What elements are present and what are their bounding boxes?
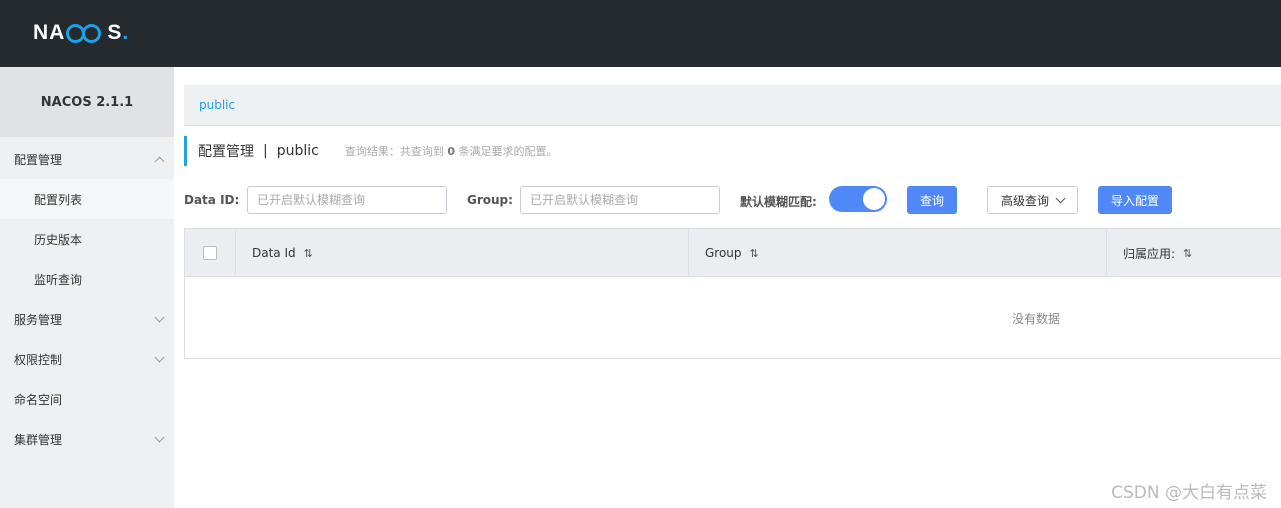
column-label: Data Id	[252, 246, 296, 260]
nacos-logo[interactable]: NA S .	[33, 20, 129, 46]
query-button-label: 查询	[919, 193, 944, 208]
logo-text-right: S	[107, 21, 123, 44]
sidebar-item-label: 配置列表	[34, 192, 83, 207]
sidebar-item-history[interactable]: 历史版本	[0, 219, 174, 259]
page-title-bar: 配置管理 | public 查询结果：共查询到 0 条满足要求的配置。	[184, 136, 558, 166]
group-label: Group:	[467, 193, 513, 207]
group-input[interactable]	[520, 186, 720, 214]
empty-text: 没有数据	[1012, 311, 1061, 326]
config-table: Data Id ⇅ Group ⇅ 归属应用: ⇅ 没有数据	[184, 228, 1281, 359]
sidebar-item-label: 历史版本	[34, 232, 83, 247]
dataid-input[interactable]	[247, 186, 447, 214]
title-separator: |	[263, 143, 268, 159]
sidebar-item-listener-query[interactable]: 监听查询	[0, 259, 174, 299]
chevron-down-icon	[154, 352, 165, 363]
column-label: Group	[705, 246, 742, 260]
sidebar-item-label: 监听查询	[34, 272, 83, 287]
column-header-app[interactable]: 归属应用: ⇅	[1106, 229, 1281, 277]
sort-icon[interactable]: ⇅	[304, 247, 313, 260]
advanced-query-button[interactable]: 高级查询	[987, 186, 1078, 214]
hint-prefix: 查询结果：共查询到	[344, 145, 444, 158]
table-header: Data Id ⇅ Group ⇅ 归属应用: ⇅	[185, 229, 1281, 277]
table-empty-state: 没有数据	[185, 277, 1281, 359]
query-button[interactable]: 查询	[907, 186, 957, 214]
sidebar-item-label: 命名空间	[14, 392, 63, 407]
sidebar-item-label: 权限控制	[14, 352, 63, 367]
sidebar-item-label: 集群管理	[14, 432, 63, 447]
column-label: 归属应用:	[1123, 246, 1176, 261]
hint-suffix: 条满足要求的配置。	[458, 145, 558, 158]
import-config-label: 导入配置	[1110, 193, 1159, 208]
import-config-button[interactable]: 导入配置	[1098, 186, 1172, 214]
fuzzy-match-label: 默认模糊匹配:	[740, 195, 817, 209]
top-navbar: NA S .	[0, 0, 1281, 67]
sidebar-version: NACOS 2.1.1	[0, 67, 174, 137]
chevron-up-icon	[154, 156, 165, 167]
dataid-label: Data ID:	[184, 193, 240, 207]
watermark: CSDN @大白有点菜	[1111, 483, 1267, 503]
sidebar-item-service-management[interactable]: 服务管理	[0, 299, 174, 339]
query-result-hint: 查询结果：共查询到 0 条满足要求的配置。	[345, 143, 558, 159]
chevron-down-icon	[1055, 193, 1066, 203]
sidebar-item-cluster-management[interactable]: 集群管理	[0, 419, 174, 459]
logo-dot: .	[122, 21, 130, 44]
page-title: 配置管理	[198, 144, 254, 160]
sidebar-item-config-management[interactable]: 配置管理	[0, 139, 174, 179]
column-header-dataid[interactable]: Data Id ⇅	[235, 229, 688, 277]
namespace-link-public[interactable]: public	[199, 98, 235, 112]
namespace-breadcrumb: public	[184, 85, 1281, 126]
hint-count: 0	[447, 145, 455, 158]
select-all-checkbox[interactable]	[203, 246, 217, 260]
sidebar-item-label: 服务管理	[14, 312, 63, 327]
chevron-down-icon	[154, 432, 165, 443]
logo-rings-icon	[66, 22, 106, 44]
sidebar-item-config-list[interactable]: 配置列表	[0, 179, 174, 219]
sidebar-item-access-control[interactable]: 权限控制	[0, 339, 174, 379]
sidebar-item-label: 配置管理	[14, 152, 63, 167]
sidebar: NACOS 2.1.1 配置管理 配置列表 历史版本 监听查询 服务管理 权限控…	[0, 67, 174, 508]
sidebar-item-namespace[interactable]: 命名空间	[0, 379, 174, 419]
logo-text-left: NA	[33, 21, 66, 44]
select-all-cell	[185, 229, 235, 277]
toggle-knob	[863, 188, 885, 210]
chevron-down-icon	[154, 312, 165, 323]
fuzzy-match-toggle[interactable]	[829, 186, 887, 212]
advanced-query-label: 高级查询	[1000, 193, 1049, 208]
sort-icon[interactable]: ⇅	[750, 247, 759, 260]
sort-icon[interactable]: ⇅	[1183, 247, 1192, 260]
title-namespace: public	[276, 143, 319, 159]
column-header-group[interactable]: Group ⇅	[688, 229, 1106, 277]
